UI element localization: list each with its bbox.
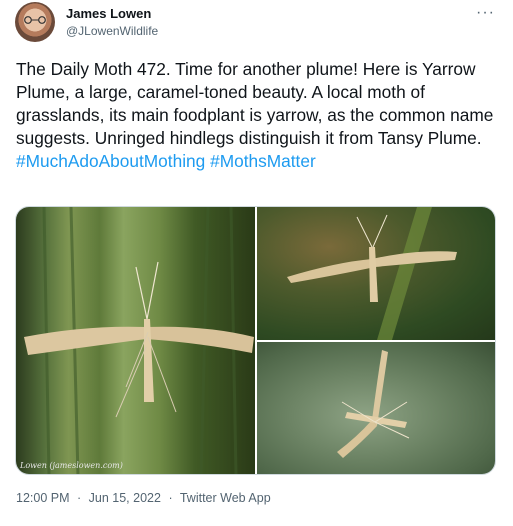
meta-separator: · [168,491,173,505]
moth-illustration-1 [24,207,254,474]
moth-photo-2[interactable] [257,207,495,340]
glasses-icon [24,16,46,24]
moth-photo-1[interactable]: Lowen (jameslowen.com) [16,207,255,474]
photo-credit: Lowen (jameslowen.com) [20,461,123,470]
tweet-card: James Lowen @JLowenWildlife ··· The Dail… [0,0,513,526]
hashtag-list: #MuchAdoAboutMothing #MothsMatter [16,150,502,173]
moth-photo-3[interactable] [257,342,495,474]
hashtag-link[interactable]: #MuchAdoAboutMothing [16,151,205,171]
tweet-body: The Daily Moth 472. Time for another plu… [16,58,502,173]
more-options-icon[interactable]: ··· [476,4,495,22]
tweet-time[interactable]: 12:00 PM [16,491,70,505]
meta-separator: · [77,491,82,505]
moth-illustration-2 [287,207,457,340]
media-grid: Lowen (jameslowen.com) [15,206,496,475]
tweet-date[interactable]: Jun 15, 2022 [89,491,161,505]
hashtag-link[interactable]: #MothsMatter [210,151,316,171]
tweet-meta: 12:00 PM · Jun 15, 2022 · Twitter Web Ap… [16,491,271,505]
tweet-source[interactable]: Twitter Web App [180,491,271,505]
moth-illustration-3 [337,350,410,458]
avatar[interactable] [15,2,55,42]
author-name[interactable]: James Lowen [66,6,151,21]
author-handle[interactable]: @JLowenWildlife [66,24,158,38]
tweet-text: The Daily Moth 472. Time for another plu… [16,59,494,148]
